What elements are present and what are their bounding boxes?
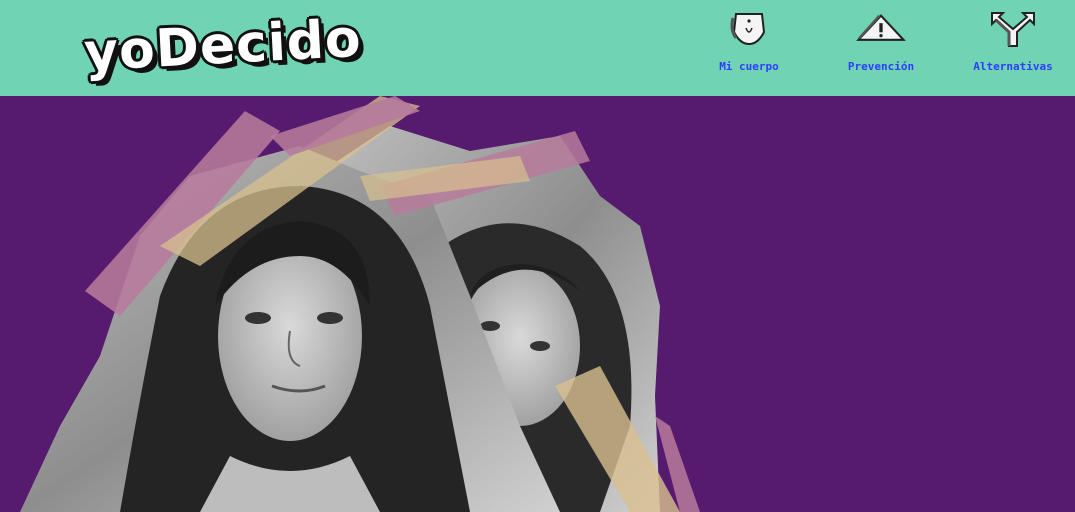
nav-label-alternativas: Alternativas xyxy=(973,60,1053,73)
nav-label-mi-cuerpo: Mi cuerpo xyxy=(719,60,779,73)
nav-item-mi-cuerpo[interactable]: Mi cuerpo xyxy=(694,10,804,80)
nav-item-alternativas[interactable]: Alternativas xyxy=(958,10,1068,80)
body-icon xyxy=(730,13,766,46)
branch-arrows-icon xyxy=(991,12,1035,47)
main-nav: Mi cuerpo Prevención Alternativas xyxy=(0,0,1075,96)
site-header: yoDecido Mi cuerpo Prevención Alternativ… xyxy=(0,0,1075,96)
hero-collage-image xyxy=(20,96,700,512)
warning-icon xyxy=(856,14,906,41)
nav-item-prevencion[interactable]: Prevención xyxy=(826,10,936,80)
hero-section xyxy=(0,96,1075,512)
nav-label-prevencion: Prevención xyxy=(847,60,915,73)
